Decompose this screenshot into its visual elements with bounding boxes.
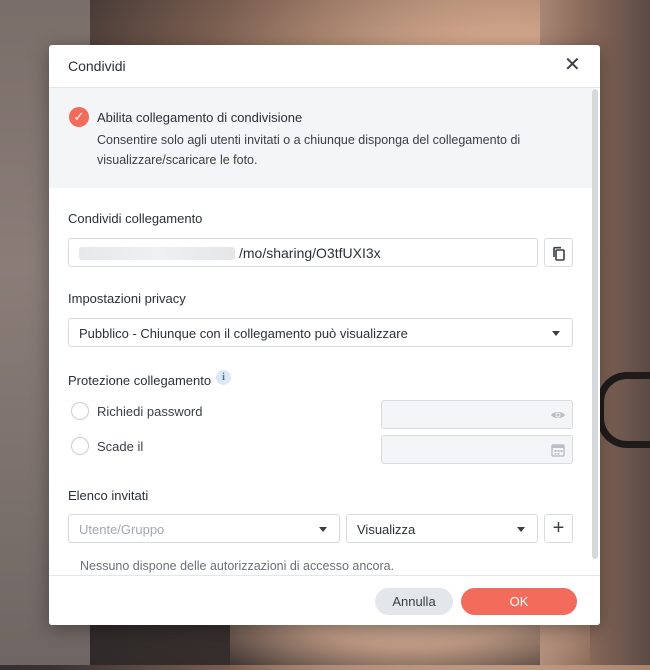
- chevron-down-icon: [319, 527, 327, 532]
- share-dialog: Condividi ✕ ✓ Abilita collegamento di co…: [49, 45, 600, 625]
- share-link-field[interactable]: /mo/sharing/O3tfUXI3x: [68, 238, 538, 267]
- privacy-label: Impostazioni privacy: [68, 291, 186, 306]
- calendar-icon[interactable]: [550, 442, 566, 458]
- password-input[interactable]: [381, 400, 573, 429]
- ok-button[interactable]: OK: [461, 588, 577, 615]
- share-link-label: Condividi collegamento: [68, 211, 203, 226]
- blurred-url-prefix: [79, 247, 235, 260]
- privacy-select[interactable]: Pubblico - Chiunque con il collegamento …: [68, 318, 573, 347]
- permission-selected-value: Visualizza: [357, 522, 416, 537]
- permission-select[interactable]: Visualizza: [346, 514, 538, 543]
- expire-radio[interactable]: [71, 437, 89, 455]
- dialog-title: Condividi: [68, 58, 126, 74]
- chevron-down-icon: [517, 527, 525, 532]
- share-link-url: /mo/sharing/O3tfUXI3x: [239, 245, 381, 261]
- plus-icon: +: [552, 517, 565, 539]
- privacy-selected-value: Pubblico - Chiunque con il collegamento …: [79, 326, 408, 341]
- dialog-header: Condividi ✕: [49, 45, 600, 88]
- password-radio-label: Richiedi password: [97, 404, 203, 419]
- user-group-placeholder: Utente/Gruppo: [79, 522, 165, 537]
- info-icon[interactable]: i: [216, 370, 231, 385]
- enable-sharing-title: Abilita collegamento di condivisione: [97, 110, 303, 125]
- add-invitee-button[interactable]: +: [544, 514, 573, 543]
- close-icon[interactable]: ✕: [564, 55, 581, 75]
- invitees-label: Elenco invitati: [68, 488, 149, 503]
- user-group-select[interactable]: Utente/Gruppo: [68, 514, 340, 543]
- enable-sharing-description: Consentire solo agli utenti invitati o a…: [97, 133, 521, 167]
- expire-date-input[interactable]: [381, 435, 573, 464]
- cancel-button[interactable]: Annulla: [375, 588, 453, 615]
- eye-icon[interactable]: [550, 407, 566, 423]
- expire-radio-label: Scade il: [97, 439, 144, 454]
- background-glasses: [597, 372, 650, 448]
- dialog-scrollbar[interactable]: [592, 89, 598, 559]
- empty-invitees-message: Nessuno dispone delle autorizzazioni di …: [80, 559, 395, 573]
- link-protection-label: Protezione collegamento: [68, 373, 212, 388]
- enable-sharing-checkbox[interactable]: ✓: [69, 107, 89, 127]
- copy-icon: [552, 246, 565, 261]
- password-radio[interactable]: [71, 402, 89, 420]
- chevron-down-icon: [552, 331, 560, 336]
- copy-link-button[interactable]: [544, 238, 573, 267]
